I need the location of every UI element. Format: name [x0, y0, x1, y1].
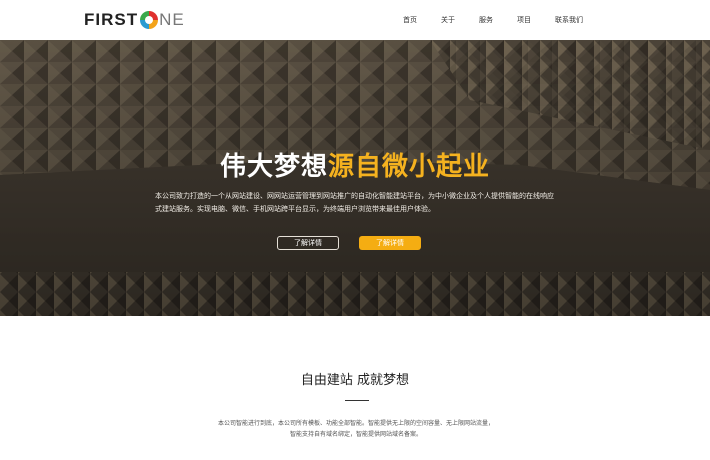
learn-more-primary-button[interactable]: 了解详情: [359, 236, 421, 250]
hero-title: 伟大梦想源自微小起业: [0, 146, 710, 183]
nav-item-services[interactable]: 服务: [479, 16, 493, 25]
nav-item-about[interactable]: 关于: [441, 16, 455, 25]
nav-item-projects[interactable]: 项目: [517, 16, 531, 25]
learn-more-outline-button[interactable]: 了解详情: [277, 236, 339, 250]
hero-banner: 伟大梦想源自微小起业 本公司致力打造的一个从网站建设、网网站运营管理到网站推广的…: [0, 40, 710, 316]
section-description: 本公司智能进行到底，本公司所有模板、功能全部智能。智能提供无上限的空间容量、无上…: [218, 420, 495, 438]
hero-title-main: 伟大梦想: [219, 152, 328, 182]
hero-description: 本公司致力打造的一个从网站建设、网网站运营管理到网站推广的自动化智能建站平台，为…: [155, 192, 554, 213]
main-nav: 首页 关于 服务 项目 联系我们: [0, 16, 710, 26]
nav-item-contact[interactable]: 联系我们: [555, 16, 583, 25]
site-header: FIRST NE 首页 关于 服务 项目 联系我们: [0, 0, 710, 40]
section-divider: [345, 400, 369, 401]
nav-item-home[interactable]: 首页: [403, 16, 417, 25]
section-title: 自由建站 成就梦想: [300, 373, 410, 388]
hero-title-highlight: 源自微小起业: [328, 152, 491, 182]
